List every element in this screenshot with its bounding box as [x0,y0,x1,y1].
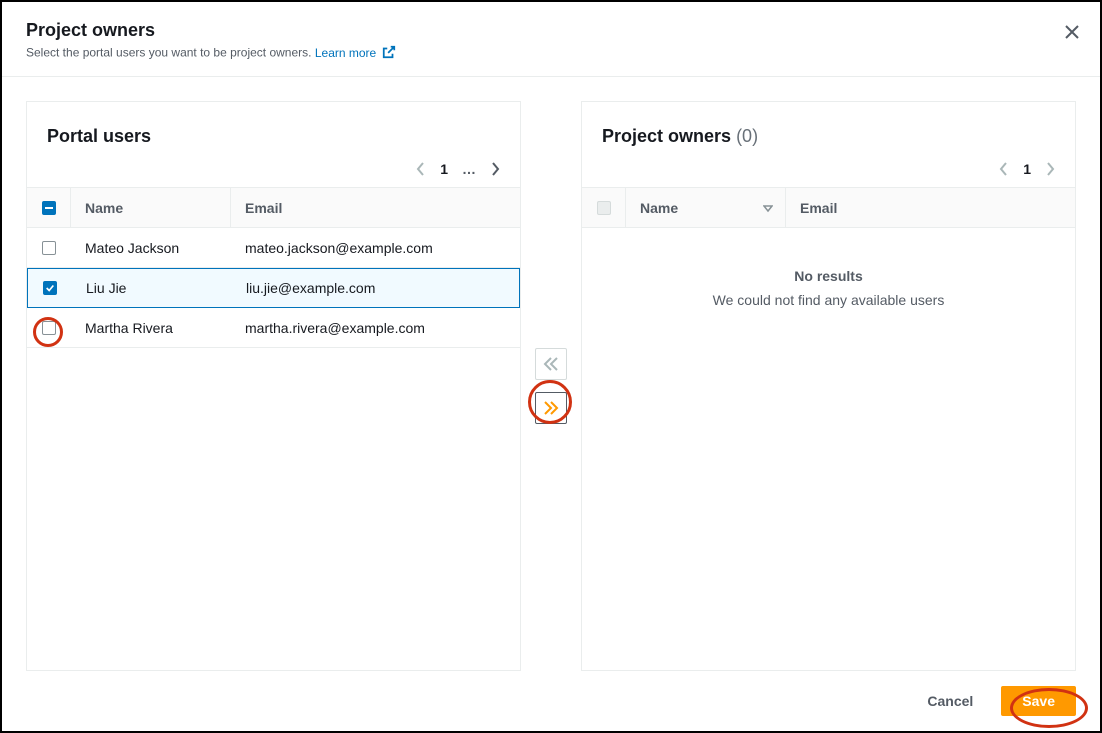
close-button[interactable] [1064,24,1080,43]
move-right-button[interactable] [535,392,567,424]
empty-message: We could not find any available users [602,292,1055,308]
select-all-checkbox[interactable] [42,201,56,215]
row-checkbox[interactable] [42,321,56,335]
header-checkbox-cell [27,188,71,227]
dialog-header: Project owners Select the portal users y… [2,2,1100,77]
subtitle-text: Select the portal users you want to be p… [26,46,312,60]
empty-title: No results [602,268,1055,284]
email-column-header[interactable]: Email [786,200,1075,216]
empty-state: No results We could not find any availab… [582,228,1075,348]
email-column-header[interactable]: Email [231,200,520,216]
portal-users-title: Portal users [47,126,151,146]
project-owners-title: Project owners (0) [602,126,758,146]
project-owners-table: Name Email No results We could not find … [582,187,1075,348]
dialog-title: Project owners [26,20,1076,41]
learn-more-label: Learn more [315,46,376,60]
project-owners-pagination: 1 [582,155,1075,187]
next-page-button[interactable] [490,162,500,176]
row-checkbox[interactable] [43,281,57,295]
save-button[interactable]: Save [1001,686,1076,716]
project-owners-title-text: Project owners [602,126,731,146]
page-number[interactable]: 1 [440,161,448,177]
next-page-button[interactable] [1045,162,1055,176]
dialog-footer: Cancel Save [885,669,1100,731]
portal-users-panel: Portal users 1 … Name Email [26,101,521,671]
project-owners-panel: Project owners (0) 1 Name [581,101,1076,671]
project-owners-count: (0) [736,126,758,146]
name-column-header[interactable]: Name [626,188,786,227]
portal-users-header: Portal users [27,102,520,155]
move-left-button[interactable] [535,348,567,380]
name-column-header[interactable]: Name [71,188,231,227]
table-header-row: Name Email [582,188,1075,228]
row-email: mateo.jackson@example.com [231,240,520,256]
table-row[interactable]: Liu Jie liu.jie@example.com [27,268,520,308]
learn-more-link[interactable]: Learn more [315,46,396,60]
row-email: liu.jie@example.com [232,280,519,296]
row-checkbox-cell [27,241,71,255]
dialog-subtitle: Select the portal users you want to be p… [26,45,1076,62]
row-checkbox-cell [28,281,72,295]
sort-icon [763,200,773,216]
table-header-row: Name Email [27,188,520,228]
select-all-checkbox [597,201,611,215]
row-name: Mateo Jackson [71,240,231,256]
project-owners-header: Project owners (0) [582,102,1075,155]
row-name: Liu Jie [72,280,232,296]
header-checkbox-cell [582,188,626,227]
external-link-icon [382,45,396,62]
portal-users-pagination: 1 … [27,155,520,187]
row-checkbox-cell [27,321,71,335]
table-row[interactable]: Mateo Jackson mateo.jackson@example.com [27,228,520,268]
portal-users-table: Name Email Mateo Jackson mateo.jackson@e… [27,187,520,348]
transfer-controls [521,101,581,671]
table-row[interactable]: Martha Rivera martha.rivera@example.com [27,308,520,348]
cancel-button[interactable]: Cancel [909,685,991,717]
row-name: Martha Rivera [71,320,231,336]
page-ellipsis: … [462,161,476,177]
prev-page-button[interactable] [416,162,426,176]
page-number[interactable]: 1 [1023,161,1031,177]
prev-page-button[interactable] [999,162,1009,176]
transfer-panels: Portal users 1 … Name Email [2,77,1100,671]
row-email: martha.rivera@example.com [231,320,520,336]
row-checkbox[interactable] [42,241,56,255]
